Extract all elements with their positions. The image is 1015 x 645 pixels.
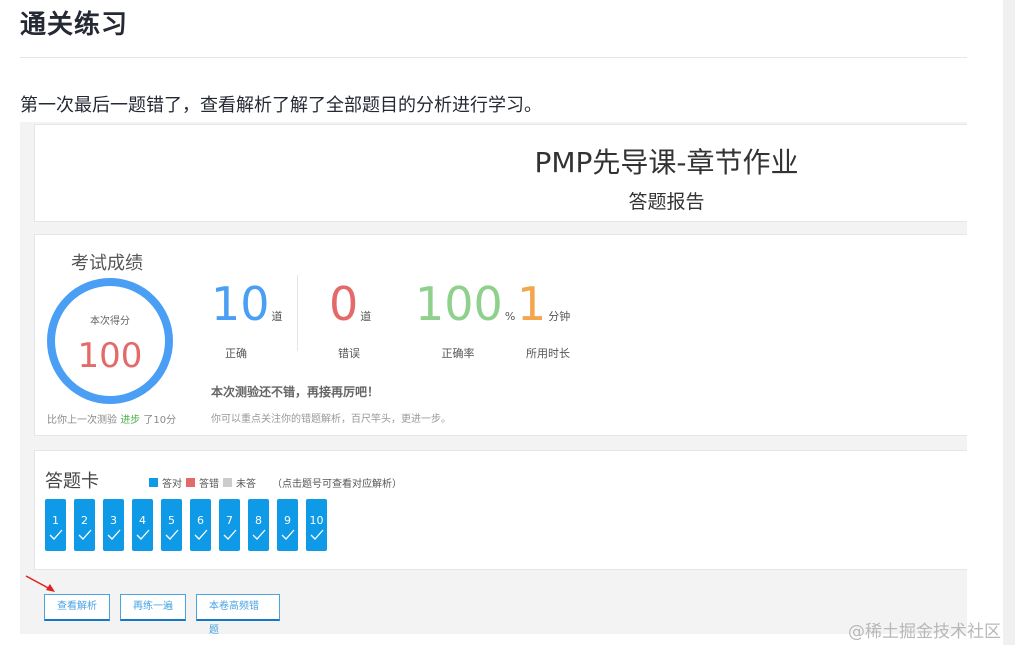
score-label: 考试成绩 xyxy=(71,253,143,274)
stat-wrong: 0道 错误 xyxy=(329,277,372,360)
question-number: 7 xyxy=(226,514,233,527)
stat-time-unit: 分钟 xyxy=(548,310,571,323)
question-button[interactable]: 3 xyxy=(103,499,124,551)
compare-prefix: 比你上一次测验 xyxy=(47,415,117,426)
stat-divider xyxy=(297,275,298,351)
check-icon xyxy=(107,529,121,540)
legend-correct-label: 答对 xyxy=(162,479,182,490)
question-number: 8 xyxy=(255,514,262,527)
question-number: 9 xyxy=(284,514,291,527)
question-buttons: 1 2 3 4 5 6 7 8 9 10 xyxy=(45,499,327,551)
stat-time: 1 分钟 所用时长 xyxy=(517,277,571,360)
stat-correct-value: 10 xyxy=(211,277,270,331)
check-icon xyxy=(136,529,150,540)
compare-suffix: 了10分 xyxy=(143,415,177,426)
heading-divider xyxy=(20,57,967,58)
exam-title: PMP先导课-章节作业 xyxy=(534,146,799,179)
stat-rate-caption: 正确率 xyxy=(441,347,475,360)
title-panel: PMP先导课-章节作业 答题报告 xyxy=(34,124,967,222)
question-button[interactable]: 8 xyxy=(248,499,269,551)
question-button[interactable]: 6 xyxy=(190,499,211,551)
question-button[interactable]: 7 xyxy=(219,499,240,551)
stat-time-value: 1 xyxy=(517,277,547,331)
red-arrow-annotation xyxy=(25,575,55,592)
answer-card-title: 答题卡 xyxy=(45,471,99,492)
compare-highlight: 进步 xyxy=(120,415,141,426)
article-heading: 通关练习 xyxy=(20,10,129,40)
check-icon xyxy=(252,529,266,540)
stat-time-caption: 所用时长 xyxy=(526,347,570,360)
stat-correct-caption: 正确 xyxy=(225,347,247,360)
tip-text: 你可以重点关注你的错题解析，百尺竿头，更进一步。 xyxy=(211,414,451,425)
article-paragraph: 第一次最后一题错了，查看解析了解了全部题目的分析进行学习。 xyxy=(20,95,542,116)
stat-rate-value: 100 xyxy=(415,277,503,331)
check-icon xyxy=(223,529,237,540)
check-icon xyxy=(281,529,295,540)
legend-correct-swatch xyxy=(149,478,158,487)
view-analysis-button[interactable]: 查看解析 xyxy=(44,594,110,621)
article: 通关练习 第一次最后一题错了，查看解析了解了全部题目的分析进行学习。 PMP先导… xyxy=(0,0,1015,645)
question-number: 1 xyxy=(52,514,59,527)
check-icon xyxy=(49,529,63,540)
answer-card-legend: 答对 答错 未答 （点击题号可查看对应解析） xyxy=(149,475,402,490)
page-scrollbar[interactable] xyxy=(1003,0,1015,645)
question-number: 2 xyxy=(81,514,88,527)
score-ring: 本次得分 100 xyxy=(47,278,173,404)
retry-button[interactable]: 再练一遍 xyxy=(120,594,186,621)
screenshot-image: PMP先导课-章节作业 答题报告 考试成绩 本次得分 100 比你上一次测验 进… xyxy=(20,122,967,634)
score-value: 100 xyxy=(77,336,143,376)
legend-unanswered-label: 未答 xyxy=(236,479,256,490)
exam-subtitle: 答题报告 xyxy=(628,191,705,213)
legend-wrong-label: 答错 xyxy=(199,479,219,490)
question-button[interactable]: 4 xyxy=(132,499,153,551)
legend-wrong-swatch xyxy=(186,478,195,487)
check-icon xyxy=(194,529,208,540)
screenshot-left-edge xyxy=(20,122,32,634)
check-icon xyxy=(165,529,179,540)
question-button[interactable]: 10 xyxy=(306,499,327,551)
stat-rate-unit: % xyxy=(504,310,516,323)
action-bar: 查看解析 再练一遍 本卷高频错题 xyxy=(44,594,280,634)
question-number: 5 xyxy=(168,514,175,527)
question-button[interactable]: 5 xyxy=(161,499,182,551)
stat-correct-unit: 道 xyxy=(271,310,283,323)
score-compare: 比你上一次测验 进步 了10分 xyxy=(47,411,176,426)
check-icon xyxy=(78,529,92,540)
praise-text: 本次测验还不错，再接再厉吧！ xyxy=(211,385,380,399)
question-number: 4 xyxy=(139,514,146,527)
question-number: 10 xyxy=(309,514,324,527)
question-button[interactable]: 9 xyxy=(277,499,298,551)
stat-wrong-value: 0 xyxy=(329,277,359,331)
check-icon xyxy=(310,529,324,540)
score-panel: 考试成绩 本次得分 100 比你上一次测验 进步 了10分 10 道 正确 0道 … xyxy=(34,234,967,436)
question-number: 3 xyxy=(110,514,117,527)
stat-rate: 100% 正确率 xyxy=(415,277,516,360)
watermark: @稀土掘金技术社区 xyxy=(848,622,1001,642)
legend-unanswered-swatch xyxy=(223,478,232,487)
answer-card-panel: 答题卡 答对 答错 未答 （点击题号可查看对应解析） 1 2 3 4 5 6 7 8 9 10 xyxy=(34,450,967,570)
stat-wrong-caption: 错误 xyxy=(338,347,360,360)
question-button[interactable]: 1 xyxy=(45,499,66,551)
wrong-questions-button[interactable]: 本卷高频错题 xyxy=(196,594,280,634)
question-number: 6 xyxy=(197,514,204,527)
stat-wrong-unit: 道 xyxy=(360,310,372,323)
question-button[interactable]: 2 xyxy=(74,499,95,551)
ring-caption: 本次得分 xyxy=(90,316,130,327)
stat-correct: 10 道 正确 xyxy=(211,277,283,360)
legend-hint: （点击题号可查看对应解析） xyxy=(272,479,402,490)
